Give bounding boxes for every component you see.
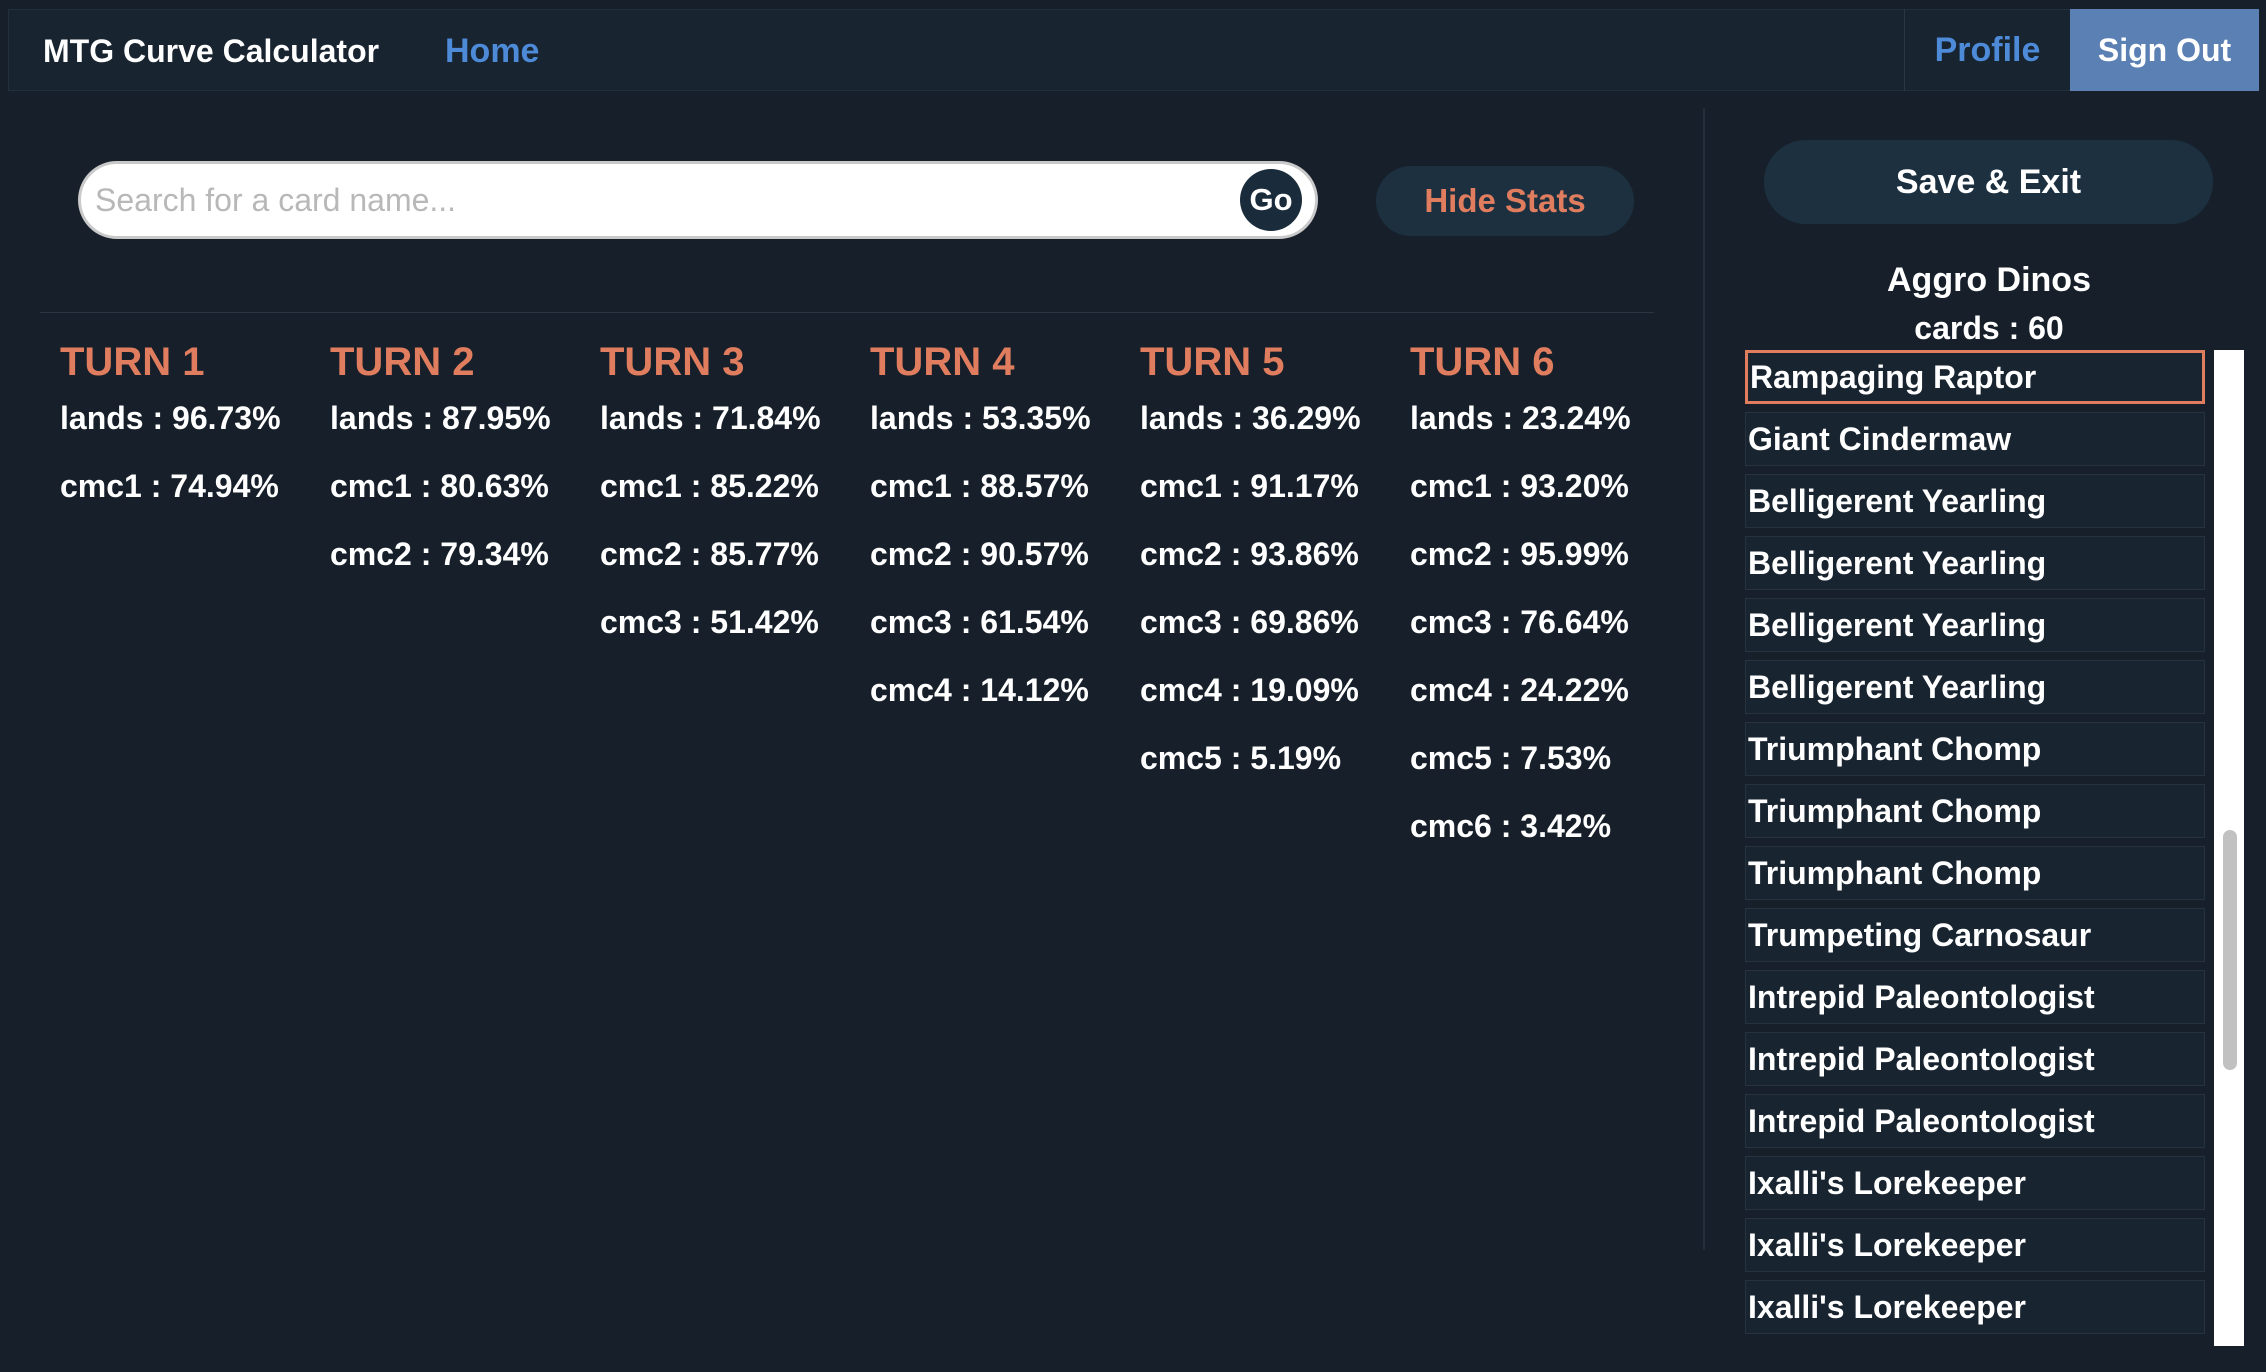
stats-divider (40, 312, 1654, 313)
stat-line: cmc4 : 14.12% (870, 672, 1089, 708)
turn-title: TURN 3 (600, 340, 745, 384)
turn-column-5: TURN 5 lands : 36.29% cmc1 : 91.17% cmc2… (1140, 334, 1400, 808)
turn-title: TURN 4 (870, 340, 1015, 384)
card-list-item[interactable]: Triumphant Chomp (1745, 784, 2205, 838)
stat-line: cmc1 : 88.57% (870, 468, 1089, 504)
go-button[interactable]: Go (1240, 169, 1302, 231)
turn-title: TURN 2 (330, 340, 475, 384)
card-list-item-selected[interactable]: Rampaging Raptor (1745, 350, 2205, 404)
stat-line: lands : 36.29% (1140, 400, 1361, 436)
stat-line: cmc3 : 76.64% (1410, 604, 1629, 640)
stat-line: cmc1 : 74.94% (60, 468, 279, 504)
stat-line: cmc5 : 5.19% (1140, 740, 1342, 776)
search-bar: Go (78, 161, 1318, 239)
stat-line: cmc6 : 3.42% (1410, 808, 1612, 844)
card-list-item[interactable]: Belligerent Yearling (1745, 660, 2205, 714)
sign-out-button[interactable]: Sign Out (2070, 9, 2259, 91)
deck-card-count: cards : 60 (1914, 310, 2064, 346)
stat-line: lands : 96.73% (60, 400, 281, 436)
deck-name: Aggro Dinos (1887, 261, 2091, 299)
stat-line: lands : 53.35% (870, 400, 1091, 436)
stat-line: cmc1 : 85.22% (600, 468, 819, 504)
top-navbar: MTG Curve Calculator Home Profile Sign O… (8, 9, 2259, 92)
stat-line: cmc2 : 93.86% (1140, 536, 1359, 572)
stat-line: cmc3 : 61.54% (870, 604, 1089, 640)
stat-line: cmc2 : 90.57% (870, 536, 1089, 572)
scrollbar-thumb[interactable] (2223, 830, 2237, 1070)
card-list-item[interactable]: Giant Cindermaw (1745, 412, 2205, 466)
stat-line: lands : 23.24% (1410, 400, 1631, 436)
card-list-scrollbar[interactable] (2214, 350, 2244, 1346)
card-list-item[interactable]: Triumphant Chomp (1745, 722, 2205, 776)
card-list-item[interactable]: Belligerent Yearling (1745, 474, 2205, 528)
stat-line: cmc1 : 91.17% (1140, 468, 1359, 504)
card-list-item[interactable]: Intrepid Paleontologist (1745, 970, 2205, 1024)
turn-title: TURN 6 (1410, 340, 1555, 384)
card-list-item[interactable]: Intrepid Paleontologist (1745, 1032, 2205, 1086)
stat-line: cmc4 : 24.22% (1410, 672, 1629, 708)
stat-line: lands : 71.84% (600, 400, 821, 436)
turn-column-1: TURN 1 lands : 96.73% cmc1 : 74.94% (60, 334, 320, 536)
card-list-item[interactable]: Belligerent Yearling (1745, 598, 2205, 652)
card-list-item[interactable]: Belligerent Yearling (1745, 536, 2205, 590)
turn-column-2: TURN 2 lands : 87.95% cmc1 : 80.63% cmc2… (330, 334, 590, 604)
save-exit-button[interactable]: Save & Exit (1764, 140, 2213, 224)
hide-stats-button[interactable]: Hide Stats (1376, 166, 1634, 236)
stat-line: cmc1 : 93.20% (1410, 468, 1629, 504)
stat-line: cmc4 : 19.09% (1140, 672, 1359, 708)
stat-line: cmc5 : 7.53% (1410, 740, 1612, 776)
nav-home-link[interactable]: Home (445, 10, 539, 92)
app-title: MTG Curve Calculator (43, 33, 380, 69)
card-list-item[interactable]: Ixalli's Lorekeeper (1745, 1280, 2205, 1334)
stat-line: cmc2 : 79.34% (330, 536, 549, 572)
stat-line: lands : 87.95% (330, 400, 551, 436)
card-list-item[interactable]: Ixalli's Lorekeeper (1745, 1156, 2205, 1210)
card-list-item[interactable]: Trumpeting Carnosaur (1745, 908, 2205, 962)
turn-title: TURN 5 (1140, 340, 1285, 384)
stat-line: cmc3 : 51.42% (600, 604, 819, 640)
turn-column-4: TURN 4 lands : 53.35% cmc1 : 88.57% cmc2… (870, 334, 1130, 740)
turn-column-6: TURN 6 lands : 23.24% cmc1 : 93.20% cmc2… (1410, 334, 1670, 876)
stat-line: cmc1 : 80.63% (330, 468, 549, 504)
sidebar-divider (1703, 108, 1705, 1250)
stat-line: cmc2 : 95.99% (1410, 536, 1629, 572)
turn-column-3: TURN 3 lands : 71.84% cmc1 : 85.22% cmc2… (600, 334, 860, 672)
search-input[interactable] (95, 164, 1225, 236)
deck-card-list: Rampaging Raptor Giant Cindermaw Bellige… (1745, 350, 2205, 1342)
card-list-item[interactable]: Intrepid Paleontologist (1745, 1094, 2205, 1148)
card-list-item[interactable]: Ixalli's Lorekeeper (1745, 1218, 2205, 1272)
turn-title: TURN 1 (60, 340, 205, 384)
nav-profile-link[interactable]: Profile (1904, 9, 2070, 91)
card-list-item[interactable]: Triumphant Chomp (1745, 846, 2205, 900)
stat-line: cmc2 : 85.77% (600, 536, 819, 572)
stat-line: cmc3 : 69.86% (1140, 604, 1359, 640)
